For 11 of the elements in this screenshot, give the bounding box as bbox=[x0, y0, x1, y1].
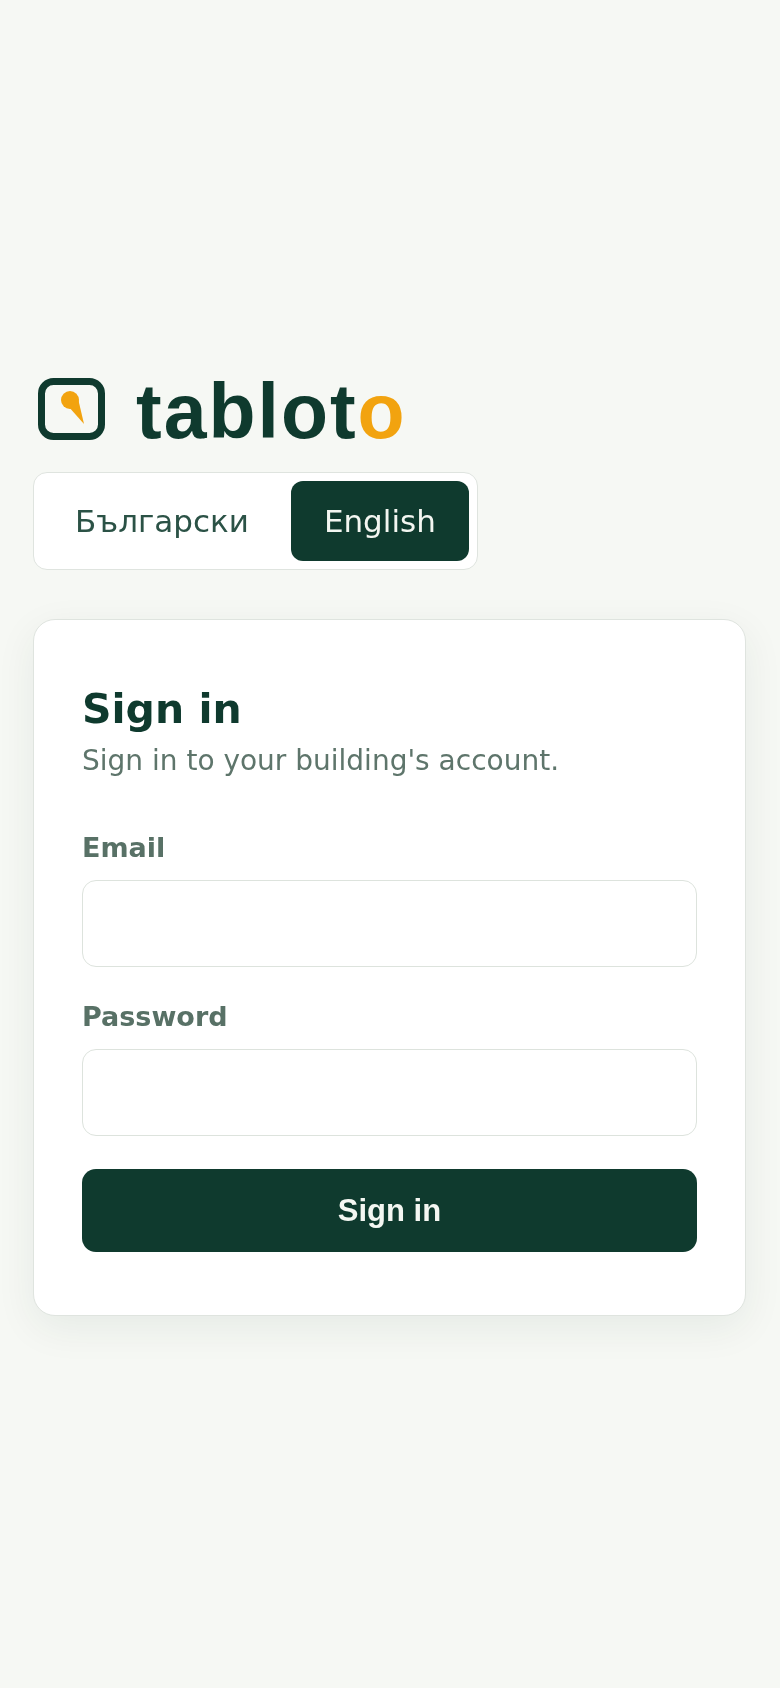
logo-wordmark: tabloto bbox=[136, 373, 407, 450]
pin-square-icon bbox=[38, 378, 105, 440]
field-label: Password bbox=[82, 1001, 229, 1033]
language-button[interactable]: Български bbox=[42, 481, 282, 561]
field-label: Email bbox=[82, 832, 167, 864]
sign-in-button[interactable]: Sign in bbox=[82, 1169, 697, 1252]
input-field[interactable] bbox=[82, 880, 697, 967]
input-field[interactable] bbox=[82, 1049, 697, 1136]
language-button[interactable]: English bbox=[290, 481, 469, 561]
card-subtitle: Sign in to your building's account. bbox=[82, 744, 561, 778]
card-title: Sign in bbox=[82, 685, 243, 734]
